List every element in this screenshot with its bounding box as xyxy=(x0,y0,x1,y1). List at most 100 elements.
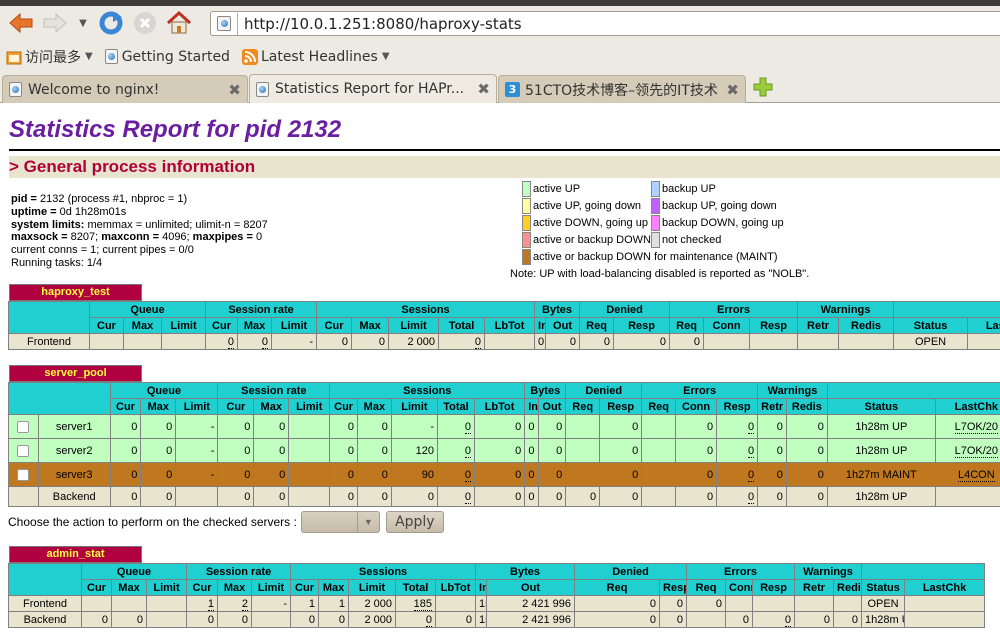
legend-item: active or backup DOWN for maintenance (M… xyxy=(522,249,778,265)
cell-w-retr xyxy=(797,333,840,350)
maxsock-value: 8207; xyxy=(70,231,99,244)
cell-b-in: 0 xyxy=(524,462,539,487)
legend-item: active DOWN, going up xyxy=(522,215,648,231)
close-tab-icon[interactable]: ✖ xyxy=(228,81,241,99)
cell-value-link[interactable]: 0 xyxy=(425,613,433,627)
tab-51cto[interactable]: 3 51CTO技术博客–领先的IT技术··· ✖ xyxy=(498,75,746,103)
cell-s-cur: 0 xyxy=(329,462,358,487)
site-identity-icon[interactable] xyxy=(217,16,231,31)
cell-lastchk: L7OK/20 xyxy=(934,414,1000,439)
stop-button[interactable] xyxy=(128,8,162,38)
legend-item: backup DOWN, going up xyxy=(651,215,784,231)
cell-b-in: 0 xyxy=(524,438,539,463)
cell-d-req: 0 xyxy=(579,333,615,350)
cell-d-req: 0 xyxy=(565,486,601,507)
tab-bar: Welcome to nginx! ✖ Statistics Report fo… xyxy=(0,73,1000,103)
page-icon xyxy=(256,81,269,97)
column-header: Out xyxy=(545,317,581,334)
column-header: Cur xyxy=(186,579,219,596)
apply-button[interactable]: Apply xyxy=(385,511,444,533)
cell-s-cur: 0 xyxy=(329,414,358,439)
column-header: Max xyxy=(217,579,253,596)
cell-s-lim: 2 000 xyxy=(388,333,440,350)
header-column-row: Cur Max Limit Cur Max Limit Cur Max Limit Total Lb… xyxy=(9,398,1000,415)
legend-label: not checked xyxy=(662,234,722,246)
row-name: server3 xyxy=(37,462,111,487)
cell-s-max: 0 xyxy=(318,611,350,628)
bookmark-most-visited[interactable]: 访问最多 ▼ xyxy=(6,47,93,67)
row-name: server2 xyxy=(37,438,111,463)
cell-value-link[interactable]: 0 xyxy=(464,420,471,434)
cell-r-lim xyxy=(251,611,292,628)
cell-value-link[interactable]: 0 xyxy=(784,613,792,627)
cell-e-req: 0 xyxy=(669,333,705,350)
legend-item: backup UP, going down xyxy=(651,198,777,214)
cell-value-link[interactable]: 185 xyxy=(413,597,433,611)
cell-b-out: 0 xyxy=(537,486,567,507)
column-header: Limit xyxy=(175,398,219,415)
back-button[interactable] xyxy=(4,8,38,38)
action-select[interactable]: ▼ xyxy=(300,511,380,533)
history-dropdown-button[interactable]: ▼ xyxy=(72,8,94,38)
column-header-lastchk: LastChk xyxy=(904,579,986,596)
forward-button[interactable] xyxy=(38,8,72,38)
cell-value-link[interactable]: 0 xyxy=(227,335,235,349)
reload-button[interactable] xyxy=(94,8,128,38)
lastchk-value[interactable]: L7OK/20 xyxy=(954,444,999,458)
cell-value-link[interactable]: 0 xyxy=(474,335,482,349)
header-group: Errors xyxy=(641,382,759,399)
cell-value-link[interactable]: 0 xyxy=(464,490,471,504)
cell-s-cur: 1 xyxy=(290,595,320,612)
header-group: Sessions xyxy=(316,301,536,318)
cell-value-link[interactable]: 2 xyxy=(241,597,249,611)
bookmark-label: 访问最多 xyxy=(25,49,81,66)
cell-value-link[interactable]: 0 xyxy=(748,444,755,458)
cell-s-max: 0 xyxy=(356,414,392,439)
close-tab-icon[interactable]: ✖ xyxy=(726,81,739,99)
cell-w-retr: 0 xyxy=(757,462,787,487)
close-tab-icon[interactable]: ✖ xyxy=(477,80,490,98)
cell-r-lim xyxy=(288,438,331,463)
cell-s-cur: 0 xyxy=(329,486,358,507)
cell-value-link[interactable]: 0 xyxy=(748,490,755,504)
cell-b-in: 0 xyxy=(534,333,547,350)
cell-value-link[interactable]: 0 xyxy=(464,468,471,482)
header-group: Session rate xyxy=(186,563,292,580)
url-text[interactable]: http://10.0.1.251:8080/haproxy-stats xyxy=(244,15,522,33)
new-tab-plus-icon[interactable] xyxy=(752,76,774,98)
cell-value-link[interactable]: 0 xyxy=(261,335,269,349)
cell-value-link[interactable]: 0 xyxy=(748,468,755,482)
tab-welcome-nginx[interactable]: Welcome to nginx! ✖ xyxy=(2,75,248,103)
cell-s-lim: 0 xyxy=(390,486,439,507)
lastchk-value[interactable]: L4CON xyxy=(958,468,995,482)
column-header: LbTot xyxy=(484,317,536,334)
header-group: Session rate xyxy=(205,301,318,318)
bookmark-getting-started[interactable]: Getting Started xyxy=(104,49,230,65)
header-group: Bytes xyxy=(475,563,576,580)
address-bar[interactable]: http://10.0.1.251:8080/haproxy-stats xyxy=(210,11,1000,36)
column-header-status: Status xyxy=(826,398,936,415)
cell-q-lim xyxy=(175,486,219,507)
cell-status: 1h28m UP xyxy=(826,414,936,439)
column-header: Req xyxy=(686,579,727,596)
lastchk-value[interactable]: L7OK/20 xyxy=(954,420,999,434)
cell-s-lbt: 0 xyxy=(435,611,477,628)
legend-item: active UP, going down xyxy=(522,198,641,214)
cell-w-redis: 0 xyxy=(833,611,863,628)
server-checkbox[interactable] xyxy=(17,420,30,433)
cell-r-cur: 0 xyxy=(217,486,255,507)
cell-value-link[interactable]: 0 xyxy=(748,420,755,434)
cell-d-resp: 0 xyxy=(599,438,643,463)
cell-value-link[interactable]: 0 xyxy=(464,444,471,458)
proxy-name-haproxy-test: haproxy_test xyxy=(9,284,142,301)
cell-s-tot: 0 xyxy=(437,486,475,507)
cell-d-req xyxy=(565,462,601,487)
server-row: server3 0 0-0 0 0 0 90 0 0 0 0 0 0 0 0 0 1h27m MAINT L4CO… xyxy=(8,462,1000,487)
home-button[interactable] xyxy=(162,8,196,38)
cell-value-link[interactable]: 1 xyxy=(207,597,215,611)
bookmark-latest-headlines[interactable]: Latest Headlines ▼ xyxy=(241,48,390,65)
server-checkbox[interactable] xyxy=(17,444,30,457)
server-checkbox[interactable] xyxy=(17,468,30,481)
tab-statistics-report[interactable]: Statistics Report for HAPr... ✖ xyxy=(249,74,497,103)
column-header: Max xyxy=(123,317,162,334)
